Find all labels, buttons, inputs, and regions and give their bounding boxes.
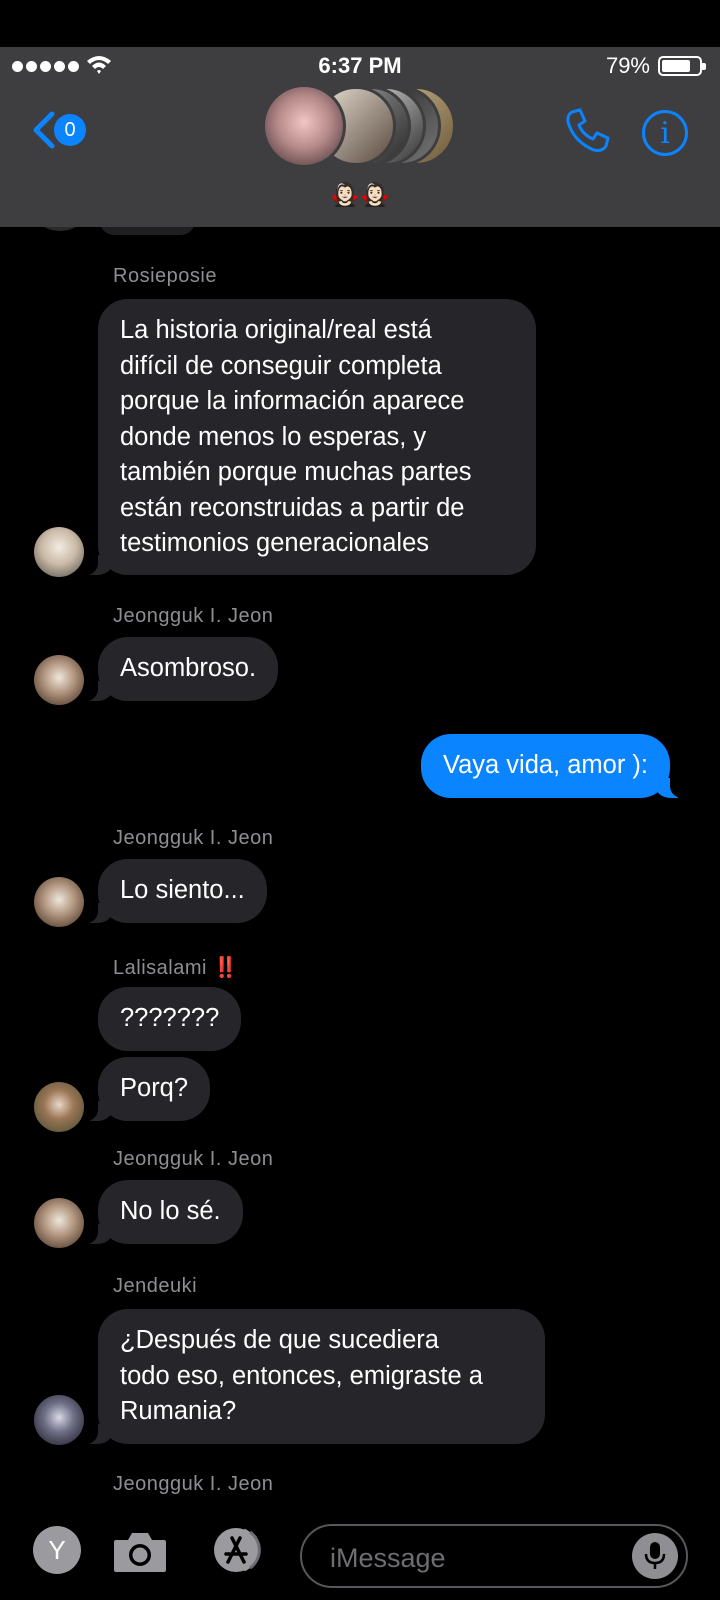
avatar (34, 877, 84, 927)
avatar (38, 227, 82, 231)
battery-percentage: 79% (605, 53, 650, 78)
status-bar-background (0, 0, 720, 47)
sender-name: Jeongguk I. Jeon (113, 605, 274, 627)
sender-name: Lalisalami ‼️ (113, 955, 238, 980)
message-bubble[interactable]: ¿Después de que sucediera todo eso, ento… (82, 1309, 545, 1444)
status-bar: 6:37 PM 79% (0, 47, 720, 83)
info-button[interactable]: i (642, 110, 688, 156)
battery-icon (658, 56, 706, 76)
message-bubble[interactable]: No lo sé. (82, 1180, 243, 1244)
compose-bar: Y iMessage (0, 1512, 720, 1600)
sender-name-text: Lalisalami (113, 957, 207, 979)
outgoing-message-bubble[interactable]: Vaya vida, amor ): (420, 734, 687, 798)
app-store-icon[interactable] (206, 1526, 268, 1574)
sender-name: Jeongguk I. Jeon (113, 827, 274, 849)
avatar (34, 655, 84, 705)
unread-count-badge: 0 (54, 114, 86, 146)
group-avatars[interactable] (262, 82, 456, 172)
avatar (34, 1082, 84, 1132)
avatar (34, 1395, 84, 1445)
app-drawer-button[interactable]: Y (33, 1526, 81, 1574)
message-bubble[interactable]: Lo siento... (82, 859, 267, 923)
phone-icon[interactable] (562, 106, 612, 156)
sender-name: Jeongguk I. Jeon (113, 1148, 274, 1170)
avatar (34, 1198, 84, 1248)
message-bubble (100, 227, 195, 235)
sender-name: Rosieposie (113, 265, 217, 287)
avatar (262, 84, 346, 168)
group-name[interactable]: 🧛🏻‍♀️🧛🏻‍♀️ (0, 180, 720, 209)
message-input-placeholder: iMessage (330, 1543, 446, 1573)
message-list[interactable]: Rosieposie La historia original/real est… (0, 227, 720, 1512)
message-bubble[interactable]: Porq? (81, 1057, 211, 1121)
message-bubble[interactable]: ??????? (98, 987, 242, 1051)
double-exclamation-icon: ‼️ (213, 957, 239, 979)
microphone-icon (644, 1542, 666, 1569)
message-bubble[interactable]: Asombroso. (81, 637, 279, 701)
sender-name: Jeongguk I. Jeon (113, 1473, 274, 1495)
sender-name: Jendeuki (113, 1275, 198, 1297)
back-button[interactable]: 0 (30, 108, 90, 152)
avatar (34, 527, 84, 577)
camera-icon[interactable] (112, 1528, 168, 1574)
message-input[interactable]: iMessage (300, 1524, 688, 1588)
message-bubble[interactable]: La historia original/real está difícil d… (82, 299, 536, 575)
microphone-button[interactable] (632, 1533, 678, 1579)
